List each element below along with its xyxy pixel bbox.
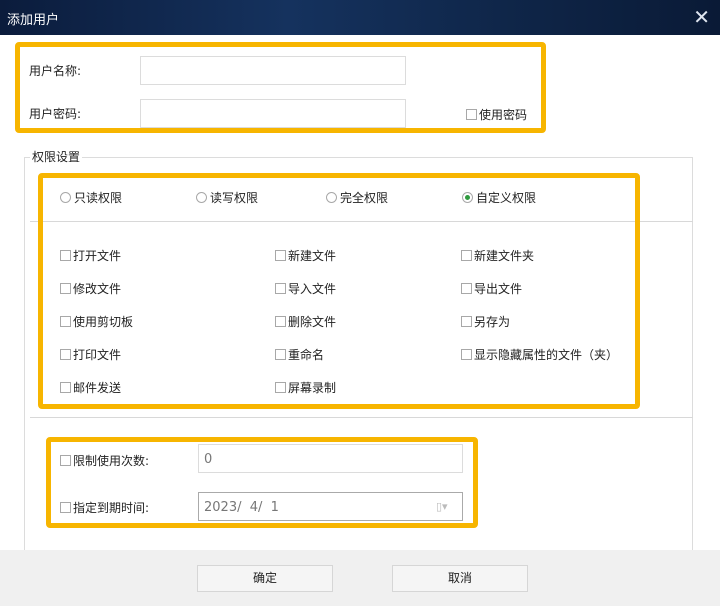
highlight-account — [15, 42, 546, 133]
title-bar: 添加用户 ✕ — [0, 0, 720, 35]
close-icon[interactable]: ✕ — [693, 5, 710, 29]
footer — [0, 550, 720, 606]
highlight-permissions — [38, 173, 640, 409]
window-title: 添加用户 — [7, 13, 60, 28]
cancel-button[interactable]: 取消 — [392, 565, 528, 592]
permissions-group-label: 权限设置 — [30, 148, 83, 165]
highlight-limits — [46, 437, 478, 528]
divider — [30, 417, 693, 418]
ok-button[interactable]: 确定 — [197, 565, 333, 592]
